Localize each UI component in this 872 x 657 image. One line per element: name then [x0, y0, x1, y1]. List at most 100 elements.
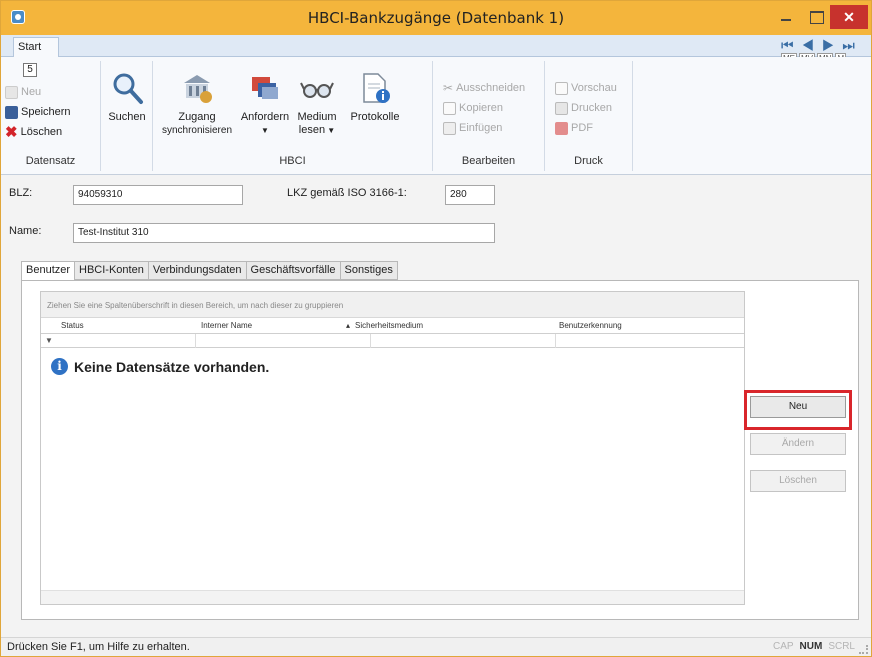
einfuegen-button[interactable]: Einfügen [443, 119, 502, 137]
group-by-hint[interactable]: Ziehen Sie eine Spaltenüberschrift in di… [41, 292, 744, 318]
blz-input[interactable]: 94059310 [73, 185, 243, 205]
lkz-input[interactable]: 280 [445, 185, 495, 205]
drucken-button[interactable]: Drucken [555, 99, 612, 117]
tab-geschaeftsvorfaelle[interactable]: Geschäftsvorfälle [245, 261, 341, 280]
tab-benutzer[interactable]: Benutzer [21, 261, 76, 281]
pdf-icon [555, 121, 568, 135]
group-bearbeiten: ✂ Ausschneiden Kopieren Einfügen Bearbei… [433, 61, 545, 171]
vorschau-button[interactable]: Vorschau [555, 79, 617, 97]
detail-tabs: Benutzer HBCI-Konten Verbindungsdaten Ge… [21, 261, 398, 281]
new-icon [5, 85, 18, 99]
group-suchen: Suchen [101, 61, 153, 171]
tab-hbci-konten[interactable]: HBCI-Konten [74, 261, 149, 280]
suchen-button[interactable]: Suchen [105, 71, 149, 124]
medium-label: Medium [297, 111, 337, 123]
status-indicators: CAP NUM SCRL [773, 641, 855, 652]
resize-grip-icon[interactable] [859, 645, 868, 654]
tab-sonstiges[interactable]: Sonstiges [339, 261, 398, 280]
column-header-interner-name[interactable]: Interner Name [201, 321, 252, 330]
group-label-bearbeiten: Bearbeiten [461, 155, 516, 167]
ausschneiden-label: Ausschneiden [456, 82, 526, 94]
status-bar: Drücken Sie F1, um Hilfe zu erhalten. CA… [1, 637, 871, 656]
neu-button[interactable]: Neu [5, 83, 41, 101]
save-icon [5, 105, 18, 119]
column-header-status[interactable]: Status [61, 321, 84, 330]
filter-cell-status[interactable]: ▼ [41, 334, 196, 348]
print-icon [555, 101, 568, 115]
quick-nav-icons[interactable]: ⏮ ◀ ▶ ⏭ [781, 37, 857, 54]
kopieren-label: Kopieren [459, 102, 504, 114]
app-window: HBCI-Bankzugänge (Datenbank 1) ✕ Start 5… [0, 0, 872, 657]
benutzer-panel: Ziehen Sie eine Spaltenüberschrift in di… [21, 280, 859, 620]
delete-icon: ✖ [5, 123, 18, 141]
zugang-label: Zugang [178, 111, 216, 123]
anfordern-label: Anfordern [240, 111, 290, 123]
loeschen-side-button[interactable]: Löschen [750, 470, 846, 492]
tab-verbindungsdaten[interactable]: Verbindungsdaten [147, 261, 247, 280]
drucken-label: Drucken [571, 102, 612, 114]
protokolle-label: Protokolle [350, 111, 400, 123]
pdf-button[interactable]: PDF [555, 119, 593, 137]
sort-ascending-icon: ▴ [346, 321, 351, 330]
group-label-druck: Druck [574, 155, 603, 167]
glasses-icon [300, 71, 334, 105]
form-area: BLZ: 94059310 LKZ gemäß ISO 3166-1: 280 … [1, 175, 871, 637]
vorschau-label: Vorschau [571, 82, 617, 94]
anfordern-dropdown-icon: ▼ [261, 126, 269, 135]
neu-side-button[interactable]: Neu [750, 396, 846, 418]
grid-footer [41, 590, 744, 604]
speichern-label: Speichern [21, 106, 71, 118]
keytip-badge: 5 [23, 63, 37, 77]
filter-cell-interner-name[interactable] [196, 334, 371, 348]
tab-start[interactable]: Start [13, 37, 59, 58]
scrl-indicator: SCRL [828, 641, 855, 652]
benutzer-grid: Ziehen Sie eine Spaltenüberschrift in di… [40, 291, 745, 605]
search-icon [110, 71, 144, 105]
close-button[interactable]: ✕ [830, 5, 868, 29]
name-label: Name: [9, 225, 42, 237]
kopieren-button[interactable]: Kopieren [443, 99, 503, 117]
einfuegen-label: Einfügen [459, 122, 503, 134]
minimize-button[interactable] [771, 5, 801, 29]
status-text: Drücken Sie F1, um Hilfe zu erhalten. [7, 641, 190, 653]
column-header-benutzerkennung[interactable]: Benutzerkennung [559, 321, 622, 330]
medium-dropdown-icon: ▼ [325, 126, 336, 135]
ribbon: Neu Speichern ✖ Löschen Datensatz Suchen [1, 57, 871, 175]
cap-indicator: CAP [772, 641, 794, 652]
blz-label: BLZ: [9, 187, 33, 199]
pdf-label: PDF [571, 122, 593, 134]
bank-sync-icon [180, 71, 214, 105]
group-druck: Vorschau Drucken PDF Druck [545, 61, 633, 171]
copy-icon [443, 101, 456, 115]
aendern-side-button[interactable]: Ändern [750, 433, 846, 455]
group-datensatz: Neu Speichern ✖ Löschen Datensatz [1, 61, 101, 171]
log-info-icon [358, 71, 392, 105]
synchronisieren-label: synchronisieren [161, 125, 233, 136]
empty-message-text: Keine Datensätze vorhanden. [74, 358, 270, 375]
protokolle-button[interactable]: Protokolle [345, 71, 405, 124]
scissors-icon: ✂ [443, 81, 454, 95]
grid-header-row: Status Interner Name ▴ Sicherheitsmedium… [41, 318, 744, 334]
maximize-button[interactable] [801, 5, 831, 29]
group-hbci: Zugang synchronisieren Anfordern ▼ Mediu… [153, 61, 433, 171]
neu-label: Neu [21, 86, 42, 98]
grid-filter-row: ▼ [41, 334, 744, 348]
loeschen-button[interactable]: ✖ Löschen [5, 123, 62, 141]
medium-lesen-button[interactable]: Medium lesen ▼ [293, 71, 341, 137]
name-input[interactable]: Test-Institut 310 [73, 223, 495, 243]
speichern-button[interactable]: Speichern [5, 103, 71, 121]
request-icon [248, 71, 282, 105]
info-icon: i [51, 358, 68, 375]
paste-icon [443, 121, 456, 135]
num-indicator: NUM [799, 641, 823, 652]
lesen-label: lesen [298, 124, 326, 136]
filter-cell-benutzerkennung[interactable] [556, 334, 744, 348]
zugang-synchronisieren-button[interactable]: Zugang synchronisieren [161, 71, 233, 137]
ausschneiden-button[interactable]: ✂ Ausschneiden [443, 79, 525, 97]
ribbon-tab-row: Start [1, 35, 871, 58]
anfordern-button[interactable]: Anfordern ▼ [237, 71, 293, 137]
column-header-sicherheitsmedium[interactable]: Sicherheitsmedium [355, 321, 423, 330]
group-label-hbci: HBCI [279, 155, 306, 167]
window-title: HBCI-Bankzugänge (Datenbank 1) [307, 9, 565, 27]
filter-cell-sicherheitsmedium[interactable] [371, 334, 556, 348]
